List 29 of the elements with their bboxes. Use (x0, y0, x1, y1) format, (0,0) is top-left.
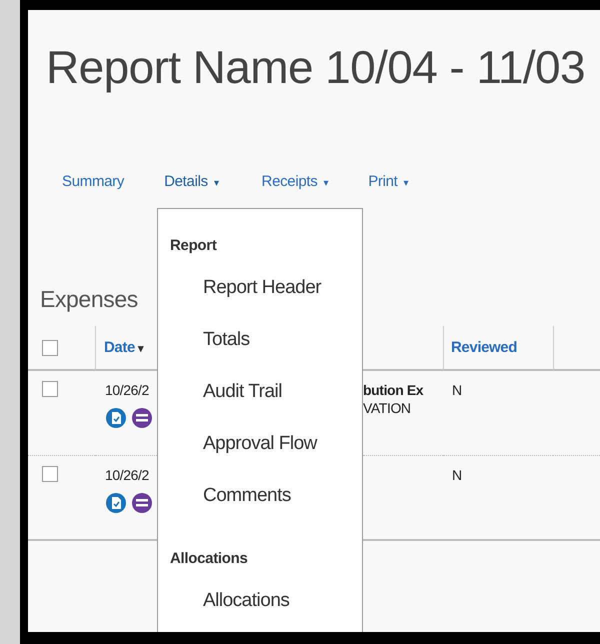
menu-item[interactable]: Totals (203, 320, 250, 360)
menu-heading: Report (170, 237, 217, 254)
checkbox[interactable] (42, 340, 58, 356)
table-cell: N (452, 381, 462, 399)
column-header[interactable]: Date ▾ (104, 339, 144, 356)
document-check-icon[interactable] (105, 407, 127, 429)
menu-item[interactable]: Allocations (203, 581, 290, 621)
column-header[interactable]: Reviewed (451, 339, 517, 356)
nav-tab[interactable]: Details ▾ (164, 172, 219, 190)
table-cell: 10/26/2 (105, 466, 149, 484)
menu-item[interactable]: Audit Trail (203, 372, 282, 412)
menu-item[interactable]: Report Header (203, 268, 322, 308)
report-title: Report Name 10/04 - 11/03 (46, 42, 586, 92)
menu-item[interactable]: Approval Flow (203, 424, 317, 464)
document-check-icon[interactable] (105, 492, 127, 514)
section-heading: Expenses (40, 285, 138, 314)
menu-heading: Allocations (170, 550, 248, 567)
menu-item[interactable]: Comments (203, 476, 291, 516)
list-icon[interactable] (131, 492, 153, 514)
table-cell: bution Ex (363, 381, 424, 399)
table-cell: VATION (363, 399, 411, 417)
checkbox[interactable] (42, 466, 58, 482)
nav-tab[interactable]: Receipts ▾ (262, 172, 328, 190)
table-cell: 10/26/2 (105, 381, 149, 399)
nav-tab[interactable]: Print ▾ (368, 172, 408, 190)
checkbox[interactable] (42, 381, 58, 397)
nav-tab[interactable]: Summary (62, 172, 124, 190)
table-cell: N (452, 466, 462, 484)
list-icon[interactable] (131, 407, 153, 429)
